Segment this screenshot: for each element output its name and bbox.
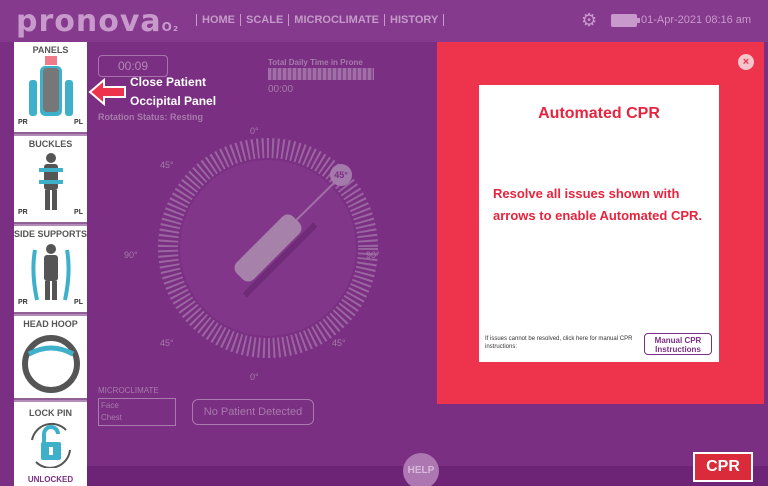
left-arrow-icon <box>88 78 126 106</box>
head-hoop-title: HEAD HOOP <box>23 319 78 329</box>
buckles-pl-label: PL <box>74 209 83 216</box>
buckles-pr-label: PR <box>18 209 28 216</box>
sidebar-item-buckles[interactable]: BUCKLES PR PL <box>14 136 87 224</box>
logo-text: pronova <box>16 4 162 39</box>
nav-history[interactable]: HISTORY <box>384 14 445 26</box>
logo-suffix: O₂ <box>161 20 180 34</box>
daily-prone-bar <box>268 68 374 80</box>
sidebar-item-lock-pin[interactable]: LOCK PIN UNLOCKED <box>14 402 87 486</box>
head-hoop-icon <box>21 335 80 393</box>
rotation-status: Rotation Status: Resting <box>98 112 203 122</box>
battery-icon <box>611 14 640 27</box>
panels-pl-label: PL <box>74 119 83 126</box>
pronova-logo: pronovaO₂ <box>16 4 179 39</box>
microclimate-chest-label: Chest <box>101 413 122 422</box>
lock-state-label: UNLOCKED <box>27 475 74 484</box>
panels-pr-label: PR <box>18 119 28 126</box>
main-nav: HOME SCALE MICROCLIMATE HISTORY <box>196 14 445 26</box>
issue-callout: Close Patient Occipital Panel <box>130 73 216 111</box>
gear-icon[interactable]: ⚙ <box>581 11 599 29</box>
angle-top: 0° <box>250 126 259 136</box>
sidebar-item-side-supports[interactable]: SIDE SUPPORTS PR PL <box>14 226 87 314</box>
cpr-button[interactable]: CPR <box>693 452 753 482</box>
angle-bottom-left: 45° <box>160 338 174 348</box>
daily-prone-value: 00:00 <box>268 84 294 95</box>
panels-body-icon <box>28 56 73 116</box>
modal-footer-text: If issues cannot be resolved, click here… <box>485 336 633 350</box>
app-header: pronovaO₂ HOME SCALE MICROCLIMATE HISTOR… <box>0 0 768 42</box>
automated-cpr-modal: × Automated CPR Resolve all issues shown… <box>437 42 764 404</box>
angle-bottom: 0° <box>250 372 259 382</box>
angle-top-left: 45° <box>160 160 174 170</box>
side-supports-title: SIDE SUPPORTS <box>14 229 88 239</box>
lock-pin-title: LOCK PIN <box>28 408 72 418</box>
nav-home[interactable]: HOME <box>196 14 240 26</box>
manual-cpr-instructions-button[interactable]: Manual CPR Instructions <box>644 333 712 355</box>
callout-line-2: Occipital Panel <box>130 94 217 108</box>
status-sidebar: PANELS PR PL BUCKLES PR PL SIDE SUPPORTS <box>14 42 87 486</box>
unlocked-padlock-icon <box>30 422 71 468</box>
microclimate-label: MICROCLIMATE <box>98 386 159 395</box>
daily-prone-label: Total Daily Time in Prone <box>268 58 363 67</box>
callout-line-1: Close Patient <box>130 75 207 89</box>
side-supports-pl-label: PL <box>74 299 83 306</box>
sidebar-item-head-hoop[interactable]: HEAD HOOP <box>14 316 87 400</box>
nav-microclimate[interactable]: MICROCLIMATE <box>288 14 384 26</box>
angle-right: 90° <box>366 250 380 260</box>
buckles-title: BUCKLES <box>28 139 73 149</box>
datetime-display: 01-Apr-2021 08:16 am <box>641 14 752 26</box>
close-modal-button[interactable]: × <box>738 54 754 70</box>
angle-left: 90° <box>124 250 138 260</box>
nav-scale[interactable]: SCALE <box>240 14 288 26</box>
rotation-dial: 0° 45° 45° 90° 90° 45° 45° 0° <box>118 126 418 382</box>
cpr-card: Automated CPR Resolve all issues shown w… <box>479 85 719 362</box>
modal-title: Automated CPR <box>538 105 660 122</box>
angle-bottom-right: 45° <box>332 338 346 348</box>
side-supports-pr-label: PR <box>18 299 28 306</box>
help-button[interactable]: HELP <box>403 453 439 486</box>
panels-title: PANELS <box>32 45 69 55</box>
modal-message: Resolve all issues shown with arrows to … <box>493 186 702 223</box>
current-angle-badge: 45° <box>330 164 352 186</box>
sidebar-item-panels[interactable]: PANELS PR PL <box>14 42 87 134</box>
buckles-body-icon <box>38 153 63 210</box>
microclimate-panel: Face Chest <box>98 398 176 426</box>
no-patient-detected: No Patient Detected <box>192 399 314 425</box>
side-supports-body-icon <box>30 244 71 301</box>
microclimate-face-label: Face <box>101 401 119 410</box>
